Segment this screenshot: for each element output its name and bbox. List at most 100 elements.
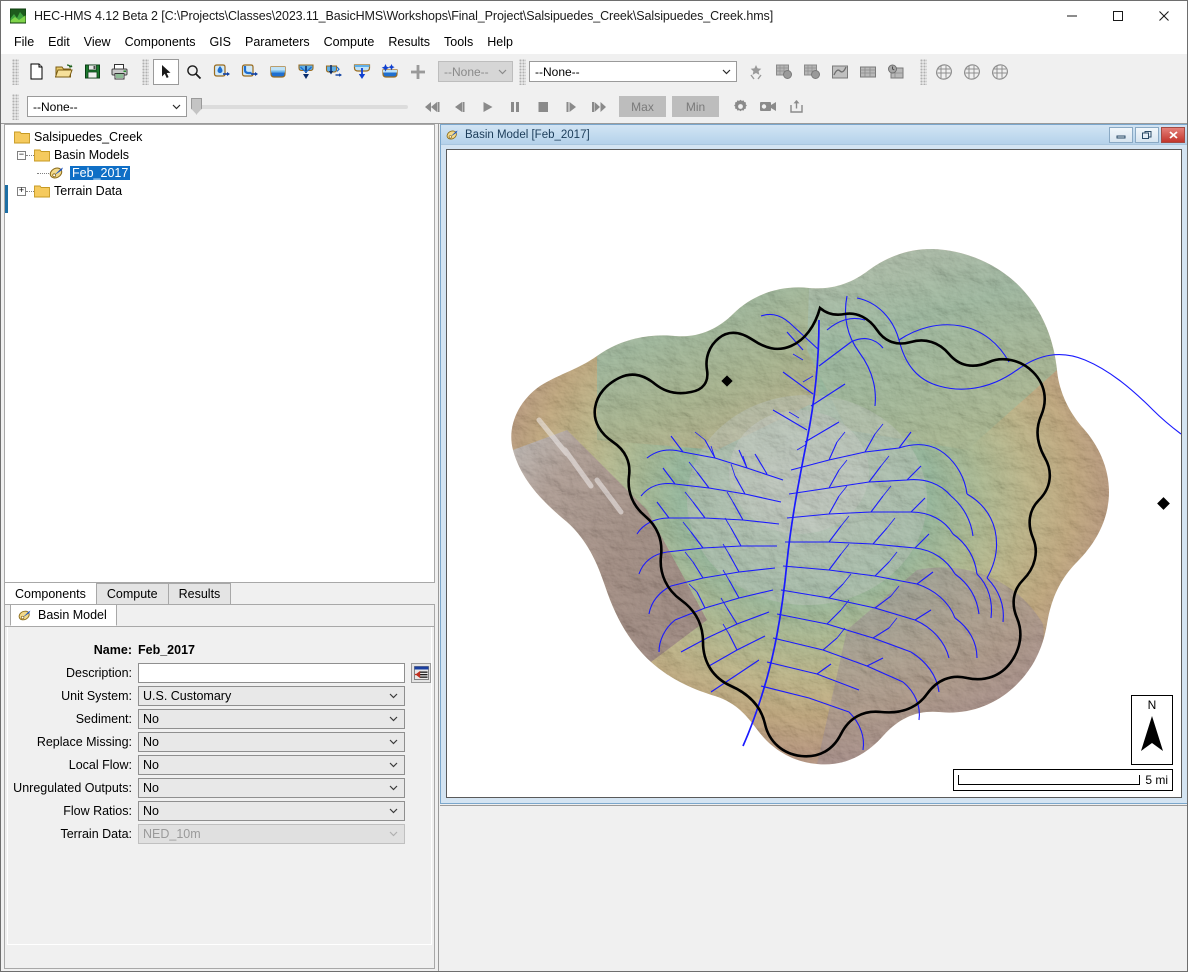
menu-tools[interactable]: Tools (437, 33, 480, 51)
diversion-icon[interactable] (321, 59, 347, 85)
sediment-value: No (143, 711, 159, 726)
window-close-button[interactable] (1141, 1, 1187, 31)
tab-basin-model-label: Basin Model (38, 608, 107, 622)
menu-file[interactable]: File (7, 33, 41, 51)
tree-node-feb-2017-label: Feb_2017 (70, 166, 131, 180)
skip-to-start-icon[interactable] (418, 94, 444, 120)
print-icon[interactable] (107, 59, 133, 85)
folder-icon (34, 148, 50, 162)
step-back-icon[interactable] (446, 94, 472, 120)
unregulated-outputs-combo[interactable]: No (138, 777, 405, 798)
sink-icon[interactable] (377, 59, 403, 85)
basin-model-combo[interactable]: --None-- (438, 61, 513, 82)
form-row-name: Name: Feb_2017 (8, 638, 431, 661)
basin-model-window-title: Basin Model [Feb_2017] (465, 128, 590, 141)
project-tree-panel[interactable]: Salsipuedes_Creek − Basin Models Feb_201… (4, 124, 435, 583)
unregulated-outputs-label: Unregulated Outputs: (13, 780, 132, 795)
component-editor-panel: Basin Model Name: Feb_2017 Description: … (4, 604, 435, 969)
tab-basin-model[interactable]: Basin Model (10, 604, 117, 626)
map-layer-combo[interactable]: --None-- (529, 61, 737, 82)
open-project-icon[interactable] (51, 59, 77, 85)
step-forward-icon[interactable] (558, 94, 584, 120)
tab-compute[interactable]: Compute (95, 583, 169, 604)
window-maximize-button[interactable] (1095, 1, 1141, 31)
north-arrow-icon (1139, 714, 1165, 757)
menu-compute[interactable]: Compute (317, 33, 382, 51)
chevron-down-icon (389, 804, 398, 818)
chevron-down-icon (389, 781, 398, 795)
toolbar-area: --None-- --None-- --None-- Max Min (1, 54, 1187, 124)
menu-parameters[interactable]: Parameters (238, 33, 317, 51)
toolbar-grip-grids[interactable] (920, 58, 927, 85)
basin-window-close-button[interactable] (1161, 126, 1185, 143)
menu-components[interactable]: Components (118, 33, 203, 51)
arrow-select-icon[interactable] (153, 58, 179, 85)
toolbar-grip[interactable] (12, 58, 19, 85)
tree-node-feb-2017[interactable]: Feb_2017 (9, 165, 434, 181)
tree-node-root[interactable]: Salsipuedes_Creek (9, 129, 434, 145)
local-flow-combo[interactable]: No (138, 754, 405, 775)
window-minimize-button[interactable] (1049, 1, 1095, 31)
crosshair-icon[interactable] (405, 59, 431, 85)
form-row-terrain-data: Terrain Data: NED_10m (8, 822, 431, 845)
basin-model-combo-value: --None-- (444, 64, 489, 79)
tree-node-basin-models[interactable]: − Basin Models (9, 147, 434, 163)
menu-edit[interactable]: Edit (41, 33, 77, 51)
menu-results[interactable]: Results (381, 33, 437, 51)
replace-missing-label: Replace Missing: (36, 734, 132, 749)
replace-missing-combo[interactable]: No (138, 731, 405, 752)
basin-model-icon (49, 166, 66, 180)
menu-gis[interactable]: GIS (202, 33, 238, 51)
tree-scroll-indicator[interactable] (5, 185, 8, 213)
menu-help[interactable]: Help (480, 33, 520, 51)
time-slider-thumb[interactable] (191, 97, 202, 115)
subbasin-icon[interactable] (209, 59, 235, 85)
basin-window-minimize-button[interactable] (1109, 126, 1133, 143)
basin-map-canvas[interactable]: N 5 mi (446, 149, 1182, 798)
tree-expander-collapse-icon[interactable]: − (17, 150, 26, 160)
save-project-icon[interactable] (79, 59, 105, 85)
gear-icon[interactable] (727, 94, 753, 120)
unit-system-combo[interactable]: U.S. Customary (138, 685, 405, 706)
play-icon[interactable] (474, 94, 500, 120)
description-input[interactable] (138, 662, 405, 683)
tab-components[interactable]: Components (4, 582, 97, 604)
result-variable-combo[interactable]: --None-- (27, 96, 187, 117)
zoom-icon[interactable] (181, 59, 207, 85)
pause-icon[interactable] (502, 94, 528, 120)
toolbar-grip-map[interactable] (519, 58, 526, 85)
flow-ratios-combo[interactable]: No (138, 800, 405, 821)
folder-icon (34, 184, 50, 198)
toolbar-row-primary: --None-- --None-- (1, 54, 1187, 89)
reach-icon[interactable] (237, 59, 263, 85)
junction-icon[interactable] (293, 59, 319, 85)
video-camera-icon[interactable] (755, 94, 781, 120)
description-editor-icon[interactable] (411, 662, 431, 683)
min-button[interactable]: Min (672, 96, 719, 117)
toolbar-grip-results[interactable] (12, 93, 19, 120)
north-arrow-widget: N (1131, 695, 1173, 765)
skip-to-end-icon[interactable] (586, 94, 612, 120)
sediment-combo[interactable]: No (138, 708, 405, 729)
max-button[interactable]: Max (619, 96, 666, 117)
tree-expander-expand-icon[interactable]: + (17, 186, 26, 196)
terrain-data-label: Terrain Data: (60, 826, 132, 841)
source-icon[interactable] (349, 59, 375, 85)
tree-connector (37, 172, 49, 174)
time-slider[interactable] (191, 97, 408, 115)
export-upload-icon[interactable] (783, 94, 809, 120)
toolbar-grip-tools[interactable] (142, 58, 149, 85)
scale-bar-widget: 5 mi (953, 769, 1173, 791)
tree-node-root-label: Salsipuedes_Creek (34, 130, 143, 144)
result-variable-combo-value: --None-- (33, 99, 78, 114)
new-project-icon[interactable] (23, 59, 49, 85)
basin-model-window-titlebar[interactable]: Basin Model [Feb_2017] (441, 125, 1187, 145)
reservoir-icon[interactable] (265, 59, 291, 85)
tab-results[interactable]: Results (167, 583, 232, 604)
menu-view[interactable]: View (77, 33, 118, 51)
left-pane: Salsipuedes_Creek − Basin Models Feb_201… (1, 124, 438, 971)
element-time-icon (883, 59, 909, 85)
stop-icon[interactable] (530, 94, 556, 120)
tree-node-terrain-data[interactable]: + Terrain Data (9, 183, 434, 199)
basin-window-restore-button[interactable] (1135, 126, 1159, 143)
